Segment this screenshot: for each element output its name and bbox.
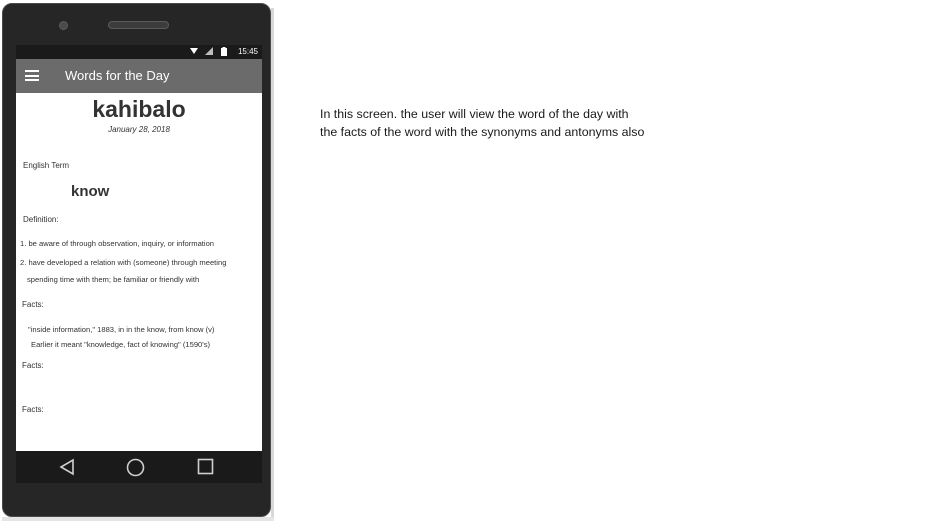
definition-item-2-cont: spending time with them; be familiar or … <box>27 275 200 284</box>
word-of-day: kahibalo <box>92 96 186 122</box>
phone-shadow-right <box>271 8 274 520</box>
hamburger-menu-icon[interactable] <box>25 70 39 81</box>
recents-square-icon[interactable] <box>197 458 214 480</box>
note-line-1: In this screen. the user will view the w… <box>320 107 629 121</box>
definition-label: Definition: <box>23 215 59 224</box>
phone-shadow-bottom <box>2 517 274 521</box>
screen-description-note: In this screen. the user will view the w… <box>320 105 644 141</box>
english-term-label: English Term <box>23 161 70 170</box>
front-camera-icon <box>59 21 68 30</box>
english-term: know <box>71 183 110 200</box>
app-bar: Words for the Day <box>16 59 262 93</box>
word-content: kahibalo January 28, 2018 English Term k… <box>16 93 262 451</box>
app-title: Words for the Day <box>65 68 170 83</box>
signal-icon <box>205 47 213 58</box>
facts-label-3: Facts: <box>22 405 44 414</box>
phone-screen: 15:45 Words for the Day kahibalo January… <box>16 45 262 483</box>
definition-item-1: 1. be aware of through observation, inqu… <box>20 239 215 248</box>
definition-item-2: 2. have developed a relation with (someo… <box>20 258 227 267</box>
word-date: January 28, 2018 <box>108 125 170 134</box>
facts-label-1: Facts: <box>22 300 44 309</box>
wifi-icon <box>190 47 198 58</box>
facts-text-line-2: Earlier it meant "knowledge, fact of kno… <box>31 340 211 349</box>
status-time: 15:45 <box>237 47 258 56</box>
note-line-2: the facts of the word with the synonyms … <box>320 125 645 139</box>
back-triangle-icon[interactable] <box>59 458 75 481</box>
earpiece-speaker <box>108 21 169 29</box>
navigation-bar <box>16 451 262 483</box>
phone-frame: 15:45 Words for the Day kahibalo January… <box>2 3 271 517</box>
mockup-canvas: 15:45 Words for the Day kahibalo January… <box>0 0 948 523</box>
battery-icon <box>221 47 227 59</box>
home-circle-icon[interactable] <box>126 458 145 482</box>
facts-text-line-1: "inside information," 1883, in in the kn… <box>28 325 215 334</box>
status-bar: 15:45 <box>16 45 262 59</box>
facts-label-2: Facts: <box>22 361 44 370</box>
